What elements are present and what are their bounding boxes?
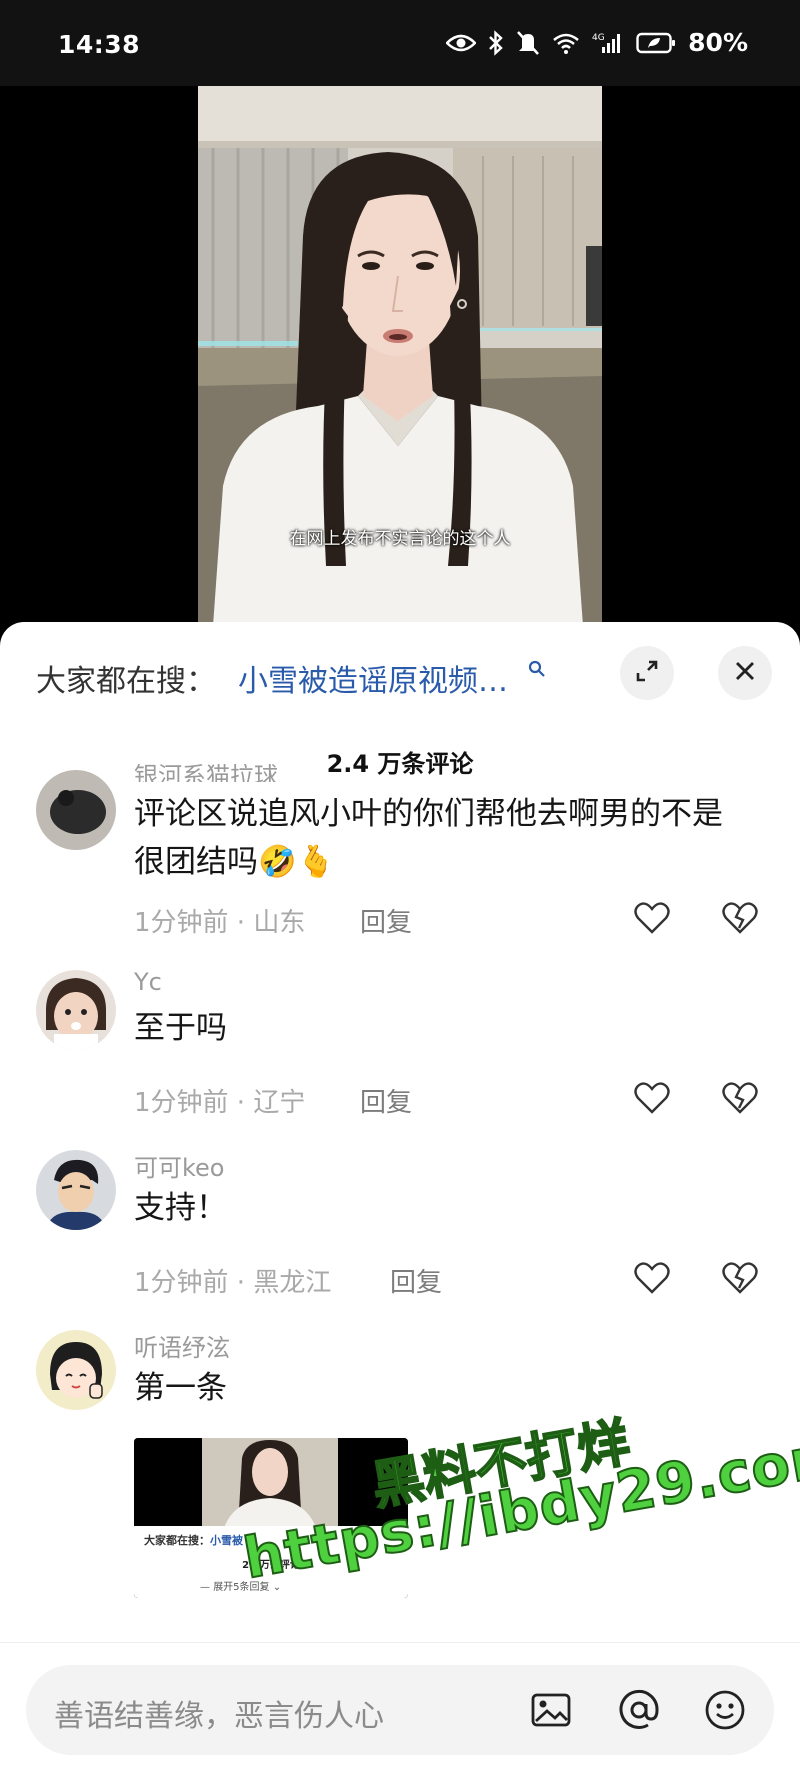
eye-icon xyxy=(446,33,477,53)
comment-username: 可可keo xyxy=(134,1154,225,1182)
video-player[interactable]: 在网上发布不实言论的这个人 xyxy=(0,86,800,626)
comment-username: 听语纾泫 xyxy=(134,1334,230,1362)
avatar[interactable] xyxy=(36,970,116,1050)
video-frame[interactable]: 在网上发布不实言论的这个人 xyxy=(198,86,602,626)
reply-button[interactable]: 回复 xyxy=(360,1082,412,1119)
comment-input[interactable]: 善语结善缘，恶言伤人心 xyxy=(26,1665,774,1755)
status-icons: 4G 80% xyxy=(446,28,748,57)
expand-icon xyxy=(634,658,660,688)
search-suggestion-row[interactable]: 大家都在搜： 小雪被造谣原视频… xyxy=(0,622,800,726)
close-button[interactable] xyxy=(718,646,772,700)
broken-heart-icon[interactable] xyxy=(720,1258,760,1298)
avatar[interactable] xyxy=(36,1150,116,1230)
avatar[interactable] xyxy=(36,770,116,850)
avatar[interactable] xyxy=(36,1330,116,1410)
comment-text: 评论区说追风小叶的你们帮他去啊男的不是很团结吗🤣🫰 xyxy=(134,796,723,880)
reply-button[interactable]: 回复 xyxy=(390,1262,442,1299)
comment-text: 至于吗 xyxy=(134,1010,227,1046)
mute-icon xyxy=(516,30,540,56)
svg-text:4G: 4G xyxy=(592,33,605,43)
battery-level: 80% xyxy=(688,28,748,57)
search-suggestion-link[interactable]: 小雪被造谣原视频… xyxy=(238,656,508,700)
comment-item: Yc 至于吗 1分钟前 · 辽宁 回复 xyxy=(0,958,800,1138)
comment-count: 2.4 万条评论 xyxy=(326,750,474,778)
reply-button[interactable]: 回复 xyxy=(360,902,412,939)
attachment-search-row: 大家都在搜：小雪被 xyxy=(144,1534,243,1547)
search-prefix-label: 大家都在搜： xyxy=(36,664,216,699)
comment-input-placeholder: 善语结善缘，恶言伤人心 xyxy=(54,1699,384,1734)
comment-sheet: 大家都在搜： 小雪被造谣原视频… 2.4 万条评论 银河系猫拉球 评论区说追风小… xyxy=(0,622,800,1768)
comment-meta: 1分钟前 · 辽宁 xyxy=(134,1088,306,1118)
comment-time: 1分钟前 xyxy=(134,1088,229,1118)
heart-icon[interactable] xyxy=(632,1258,672,1298)
broken-heart-icon[interactable] xyxy=(720,898,760,938)
status-bar: 14:38 4G 80% xyxy=(0,0,800,86)
comment-meta: 1分钟前 · 山东 xyxy=(134,908,306,938)
heart-icon[interactable] xyxy=(632,1078,672,1118)
broken-heart-icon[interactable] xyxy=(720,1078,760,1118)
comment-time: 1分钟前 xyxy=(134,1268,229,1298)
heart-icon[interactable] xyxy=(632,898,672,938)
at-icon[interactable] xyxy=(616,1687,662,1733)
status-time: 14:38 xyxy=(58,30,141,59)
comment-item: 银河系猫拉球 评论区说追风小叶的你们帮他去啊男的不是很团结吗🤣🫰 1分钟前 · … xyxy=(0,764,800,958)
comment-username: Yc xyxy=(134,968,162,996)
comment-location: 辽宁 xyxy=(253,1088,306,1118)
image-icon[interactable] xyxy=(528,1687,574,1733)
battery-icon xyxy=(636,31,676,55)
expand-button[interactable] xyxy=(620,646,674,700)
comment-input-bar: 善语结善缘，恶言伤人心 xyxy=(0,1642,800,1768)
emoji-icon[interactable] xyxy=(702,1687,748,1733)
comment-text: 第一条 xyxy=(134,1370,227,1406)
bluetooth-icon xyxy=(488,29,504,56)
search-icon[interactable] xyxy=(528,660,546,682)
comment-item: 可可keo 支持！ 1分钟前 · 黑龙江 回复 xyxy=(0,1138,800,1318)
close-icon xyxy=(734,660,756,686)
comment-location: 山东 xyxy=(253,908,306,938)
comment-text: 支持！ xyxy=(134,1190,227,1226)
comment-time: 1分钟前 xyxy=(134,908,229,938)
wifi-icon xyxy=(552,32,580,54)
comment-username: 银河系猫拉球 xyxy=(134,764,278,782)
video-subtitle: 在网上发布不实言论的这个人 xyxy=(289,529,511,549)
comment-location: 黑龙江 xyxy=(253,1268,332,1298)
signal-icon: 4G xyxy=(592,31,624,55)
comment-meta: 1分钟前 · 黑龙江 xyxy=(134,1268,332,1298)
